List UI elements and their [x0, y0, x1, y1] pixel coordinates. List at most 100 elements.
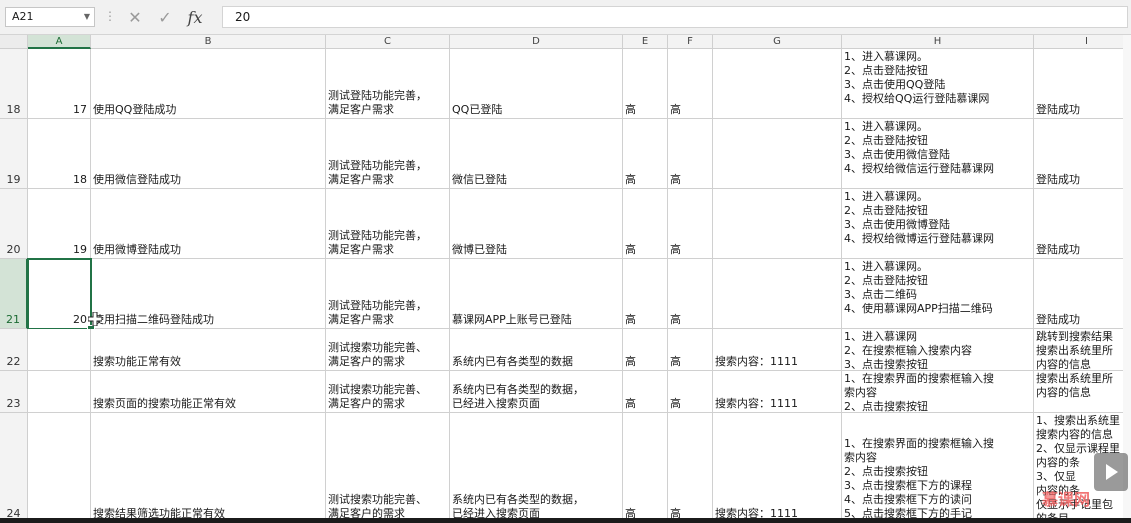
cell-d-21[interactable]: 慕课网APP上账号已登陆	[450, 259, 623, 329]
cell-b-21[interactable]: 使用扫描二维码登陆成功	[91, 259, 326, 329]
cell-c-22[interactable]: 测试搜索功能完善、 满足客户的需求	[326, 329, 450, 371]
cell-g-22[interactable]: 搜索内容：1111	[713, 329, 842, 371]
cell-text: 1、进入慕课网。 2、点击登陆按钮 3、点击使用QQ登陆 4、授权给QQ运行登陆…	[844, 50, 990, 105]
row-header[interactable]: 19	[0, 119, 28, 189]
row-header[interactable]: 20	[0, 189, 28, 259]
cell-text: QQ已登陆	[452, 103, 503, 116]
row-header[interactable]: 24	[0, 413, 28, 523]
column-header-e[interactable]: E	[623, 35, 668, 49]
cell-i-23[interactable]: 搜索出系统里所 内容的信息	[1034, 371, 1131, 413]
cell-f-23[interactable]: 高	[668, 371, 713, 413]
cell-i-18[interactable]: 登陆成功	[1034, 49, 1131, 119]
cell-f-22[interactable]: 高	[668, 329, 713, 371]
insert-function-icon[interactable]: fx	[180, 8, 210, 27]
cell-e-21[interactable]: 高	[623, 259, 668, 329]
column-header-a[interactable]: A	[28, 35, 91, 49]
cell-text: 系统内已有各类型的数据， 已经进入搜索页面	[452, 383, 584, 410]
cell-f-24[interactable]: 高	[668, 413, 713, 523]
cell-g-20[interactable]	[713, 189, 842, 259]
cell-g-19[interactable]	[713, 119, 842, 189]
cell-text: 1、在搜索界面的搜索框输入搜 索内容 2、点击搜索按钮 3、点击搜索框下方的课程…	[844, 437, 994, 520]
cell-d-19[interactable]: 微信已登陆	[450, 119, 623, 189]
row-header[interactable]: 21	[0, 259, 28, 329]
cell-b-23[interactable]: 搜索页面的搜索功能正常有效	[91, 371, 326, 413]
cell-e-22[interactable]: 高	[623, 329, 668, 371]
column-header-i[interactable]: I	[1034, 35, 1131, 49]
cell-d-23[interactable]: 系统内已有各类型的数据， 已经进入搜索页面	[450, 371, 623, 413]
row-header[interactable]: 22	[0, 329, 28, 371]
cell-h-20[interactable]: 1、进入慕课网。 2、点击登陆按钮 3、点击使用微博登陆 4、授权给微博运行登陆…	[842, 189, 1034, 259]
cell-a-18[interactable]: 17	[28, 49, 91, 119]
cell-a-24[interactable]	[28, 413, 91, 523]
cell-d-24[interactable]: 系统内已有各类型的数据， 已经进入搜索页面	[450, 413, 623, 523]
column-header-f[interactable]: F	[668, 35, 713, 49]
drag-handle-icon[interactable]: ⋮	[104, 9, 116, 23]
cell-i-19[interactable]: 登陆成功	[1034, 119, 1131, 189]
cell-h-18[interactable]: 1、进入慕课网。 2、点击登陆按钮 3、点击使用QQ登陆 4、授权给QQ运行登陆…	[842, 49, 1034, 119]
cell-h-21[interactable]: 1、进入慕课网。 2、点击登陆按钮 3、点击二维码 4、使用慕课网APP扫描二维…	[842, 259, 1034, 329]
column-header-c[interactable]: C	[326, 35, 450, 49]
cell-h-23[interactable]: 1、在搜索界面的搜索框输入搜 索内容 2、点击搜索按钮	[842, 371, 1034, 413]
cell-i-21[interactable]: 登陆成功	[1034, 259, 1131, 329]
cell-i-20[interactable]: 登陆成功	[1034, 189, 1131, 259]
cell-a-23[interactable]	[28, 371, 91, 413]
cell-a-22[interactable]	[28, 329, 91, 371]
cell-b-20[interactable]: 使用微博登陆成功	[91, 189, 326, 259]
cell-a-19[interactable]: 18	[28, 119, 91, 189]
cell-f-21[interactable]: 高	[668, 259, 713, 329]
cell-e-19[interactable]: 高	[623, 119, 668, 189]
cell-f-18[interactable]: 高	[668, 49, 713, 119]
row-number: 18	[6, 103, 21, 116]
enter-icon[interactable]: ✓	[150, 8, 180, 27]
cell-f-20[interactable]: 高	[668, 189, 713, 259]
cell-b-18[interactable]: 使用QQ登陆成功	[91, 49, 326, 119]
cell-d-22[interactable]: 系统内已有各类型的数据	[450, 329, 623, 371]
cell-g-23[interactable]: 搜索内容：1111	[713, 371, 842, 413]
cell-c-23[interactable]: 测试搜索功能完善、 满足客户的需求	[326, 371, 450, 413]
name-box[interactable]: A21 ▼	[5, 7, 95, 27]
column-header-g[interactable]: G	[713, 35, 842, 49]
row-header[interactable]: 18	[0, 49, 28, 119]
column-header-b[interactable]: B	[91, 35, 326, 49]
cell-c-21[interactable]: 测试登陆功能完善， 满足客户需求	[326, 259, 450, 329]
select-all-corner[interactable]	[0, 35, 28, 49]
cell-c-19[interactable]: 测试登陆功能完善， 满足客户需求	[326, 119, 450, 189]
cell-b-19[interactable]: 使用微信登陆成功	[91, 119, 326, 189]
cell-e-18[interactable]: 高	[623, 49, 668, 119]
cell-e-23[interactable]: 高	[623, 371, 668, 413]
cell-c-18[interactable]: 测试登陆功能完善， 满足客户需求	[326, 49, 450, 119]
cell-a-20[interactable]: 19	[28, 189, 91, 259]
cell-h-24[interactable]: 1、在搜索界面的搜索框输入搜 索内容 2、点击搜索按钮 3、点击搜索框下方的课程…	[842, 413, 1034, 523]
cell-text: 登陆成功	[1036, 313, 1080, 326]
cell-h-22[interactable]: 1、进入慕课网 2、在搜索框输入搜索内容 3、点击搜索按钮	[842, 329, 1034, 371]
formula-input[interactable]: 20	[222, 6, 1128, 28]
cell-f-19[interactable]: 高	[668, 119, 713, 189]
cell-g-24[interactable]: 搜索内容：1111	[713, 413, 842, 523]
cell-a-21[interactable]: 20	[28, 259, 91, 329]
cell-g-18[interactable]	[713, 49, 842, 119]
cell-text: 高	[625, 355, 636, 368]
cell-c-20[interactable]: 测试登陆功能完善， 满足客户需求	[326, 189, 450, 259]
cell-e-24[interactable]: 高	[623, 413, 668, 523]
cell-text: 1、进入慕课网。 2、点击登陆按钮 3、点击使用微博登陆 4、授权给微博运行登陆…	[844, 190, 994, 245]
cell-g-21[interactable]	[713, 259, 842, 329]
row-number: 23	[6, 397, 21, 410]
chevron-down-icon[interactable]: ▼	[84, 8, 90, 26]
cell-d-20[interactable]: 微博已登陆	[450, 189, 623, 259]
cell-b-22[interactable]: 搜索功能正常有效	[91, 329, 326, 371]
cell-h-19[interactable]: 1、进入慕课网。 2、点击登陆按钮 3、点击使用微信登陆 4、授权给微信运行登陆…	[842, 119, 1034, 189]
column-header-h[interactable]: H	[842, 35, 1034, 49]
cell-text: 高	[670, 355, 681, 368]
cell-e-20[interactable]: 高	[623, 189, 668, 259]
cell-c-24[interactable]: 测试搜索功能完善、 满足客户的需求	[326, 413, 450, 523]
row-header[interactable]: 23	[0, 371, 28, 413]
cell-text: 高	[625, 397, 636, 410]
cell-b-24[interactable]: 搜索结果筛选功能正常有效	[91, 413, 326, 523]
cancel-icon[interactable]: ✕	[120, 8, 150, 27]
cell-i-22[interactable]: 跳转到搜索结果 搜索出系统里所 内容的信息	[1034, 329, 1131, 371]
vertical-scrollbar[interactable]	[1123, 35, 1131, 523]
cell-d-18[interactable]: QQ已登陆	[450, 49, 623, 119]
cell-text: 测试搜索功能完善、 满足客户的需求	[328, 383, 427, 410]
column-header-d[interactable]: D	[450, 35, 623, 49]
play-button[interactable]	[1094, 453, 1128, 491]
